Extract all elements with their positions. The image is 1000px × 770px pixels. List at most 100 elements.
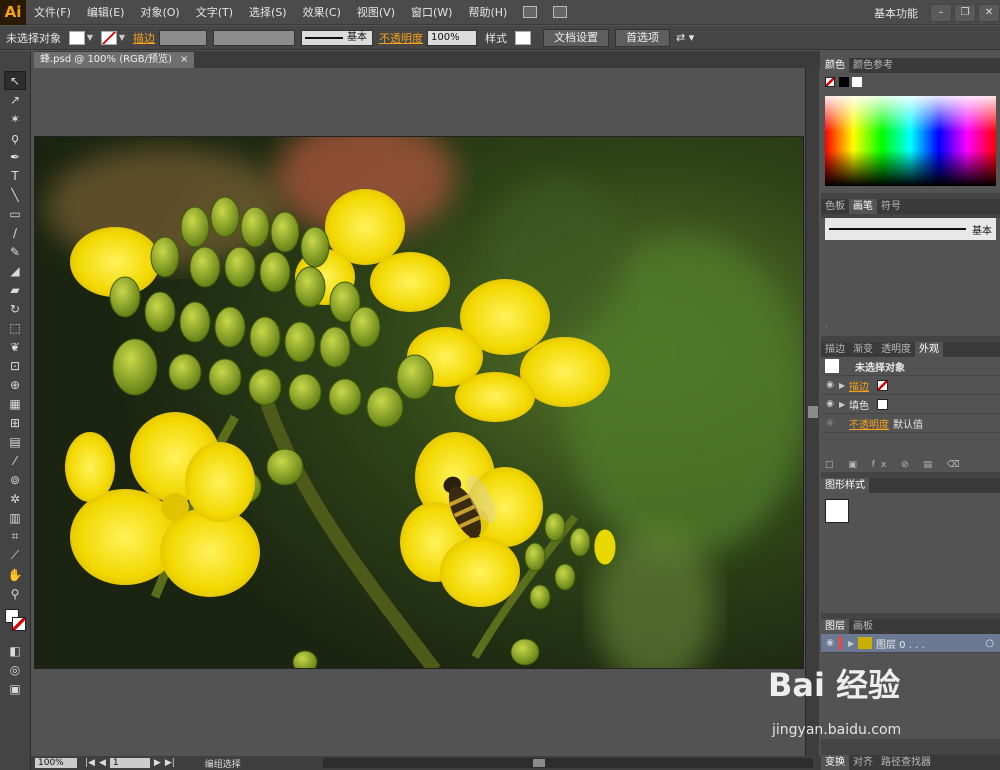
prev-page-icon[interactable]: ◀: [99, 758, 106, 768]
artboard-image[interactable]: [34, 136, 804, 669]
mesh-tool-icon[interactable]: ⊞: [4, 413, 26, 432]
appearance-footer-icons[interactable]: □ ▣ fx ⊘ ▤ ⌫: [825, 460, 966, 470]
hand-tool-icon[interactable]: ✋: [4, 565, 26, 584]
appearance-opacity-row[interactable]: ◉ 不透明度 默认值: [821, 414, 1000, 433]
tab-symbols[interactable]: 符号: [877, 199, 905, 214]
style-swatch[interactable]: [515, 30, 531, 45]
restore-button[interactable]: ❐: [954, 3, 976, 22]
h-scroll-thumb[interactable]: [532, 759, 545, 767]
fill-stroke-widget[interactable]: [0, 603, 30, 641]
expand-arrow-icon[interactable]: ▶: [848, 639, 858, 648]
none-swatch[interactable]: [825, 77, 835, 87]
menu-type[interactable]: 文字(T): [188, 0, 241, 25]
vertical-scrollbar[interactable]: [805, 68, 819, 756]
appearance-fill-row[interactable]: ◉ ▶ 填色: [821, 395, 1000, 414]
tab-transform[interactable]: 变换: [821, 755, 849, 770]
direct-selection-tool-icon[interactable]: ↗: [4, 90, 26, 109]
chevron-down-icon[interactable]: ▼: [117, 31, 127, 45]
menu-window[interactable]: 窗口(W): [403, 0, 460, 25]
layer-row[interactable]: ◉ ▶ 图层 0 . . . ○: [821, 634, 1000, 653]
appearance-opacity-label[interactable]: 不透明度: [849, 416, 889, 431]
next-page-icon[interactable]: ▶: [154, 758, 161, 768]
menu-object[interactable]: 对象(O): [132, 0, 187, 25]
blend-tool-icon[interactable]: ⊚: [4, 470, 26, 489]
appearance-stroke-swatch[interactable]: [877, 379, 888, 391]
slice-tool-icon[interactable]: ⟋: [4, 546, 26, 565]
default-graphic-style[interactable]: [825, 499, 849, 523]
color-mode-icon[interactable]: ◧: [4, 641, 26, 660]
status-mode[interactable]: 编组选择: [205, 757, 315, 770]
tab-align[interactable]: 对齐: [849, 755, 877, 770]
pen-tool-icon[interactable]: ✒: [4, 147, 26, 166]
arrange-documents-icon[interactable]: [553, 6, 568, 18]
scale-tool-icon[interactable]: ⬚: [4, 318, 26, 337]
free-transform-tool-icon[interactable]: ⊡: [4, 356, 26, 375]
eye-icon[interactable]: ◉: [821, 399, 839, 409]
stroke-link[interactable]: 描边: [133, 30, 155, 46]
tab-color-guide[interactable]: 颜色参考: [849, 58, 897, 73]
menu-file[interactable]: 文件(F): [26, 0, 79, 25]
artboard-field[interactable]: 1: [109, 758, 150, 768]
scroll-thumb[interactable]: [808, 406, 818, 418]
document-setup-button[interactable]: 文档设置: [543, 28, 609, 47]
tab-swatches[interactable]: 色板: [821, 199, 849, 214]
expand-arrow-icon[interactable]: ▶: [839, 400, 849, 409]
last-page-icon[interactable]: ▶|: [165, 758, 175, 768]
eye-icon[interactable]: ◉: [821, 418, 839, 428]
layer-target-icon[interactable]: ○: [985, 638, 994, 649]
tab-stroke[interactable]: 描边: [821, 342, 849, 357]
appearance-stroke-label[interactable]: 描边: [849, 378, 869, 393]
close-button[interactable]: ✕: [978, 3, 1000, 22]
white-swatch[interactable]: [852, 77, 862, 87]
tab-appearance[interactable]: 外观: [915, 342, 943, 357]
tab-gradient[interactable]: 渐变: [849, 342, 877, 357]
zoom-tool-icon[interactable]: ⚲: [4, 584, 26, 603]
paintbrush-tool-icon[interactable]: ∕: [4, 223, 26, 242]
selection-tool-icon[interactable]: ↖: [4, 71, 26, 90]
appearance-fill-swatch[interactable]: [877, 398, 888, 410]
blob-brush-tool-icon[interactable]: ◢: [4, 261, 26, 280]
rotate-tool-icon[interactable]: ↻: [4, 299, 26, 318]
appearance-stroke-row[interactable]: ◉ ▶ 描边: [821, 376, 1000, 395]
eyedropper-tool-icon[interactable]: ⁄: [4, 451, 26, 470]
drawing-mode-icon[interactable]: ◎: [4, 660, 26, 679]
stroke-weight-field[interactable]: [159, 29, 207, 46]
symbol-sprayer-tool-icon[interactable]: ✲: [4, 489, 26, 508]
lasso-tool-icon[interactable]: ϙ: [4, 128, 26, 147]
tab-graphic-styles[interactable]: 图形样式: [821, 478, 869, 493]
minimize-button[interactable]: –: [930, 3, 952, 22]
horizontal-scrollbar[interactable]: [322, 758, 813, 768]
stroke-color-swatch[interactable]: [12, 617, 26, 631]
tab-brushes[interactable]: 画笔: [849, 199, 877, 214]
appearance-fill-label[interactable]: 填色: [849, 397, 869, 412]
expand-arrow-icon[interactable]: ▶: [839, 381, 849, 390]
eye-icon[interactable]: ◉: [821, 638, 839, 648]
screen-mode-icon[interactable]: ▣: [4, 679, 26, 698]
type-tool-icon[interactable]: T: [4, 166, 26, 185]
perspective-grid-tool-icon[interactable]: ▦: [4, 394, 26, 413]
bridge-icon[interactable]: [523, 6, 538, 18]
eraser-tool-icon[interactable]: ▰: [4, 280, 26, 299]
line-tool-icon[interactable]: ╲: [4, 185, 26, 204]
menu-view[interactable]: 视图(V): [349, 0, 403, 25]
eye-icon[interactable]: ◉: [821, 380, 839, 390]
opacity-link[interactable]: 不透明度: [379, 30, 423, 46]
tab-color[interactable]: 颜色: [821, 58, 849, 73]
fill-swatch[interactable]: [69, 30, 85, 45]
gradient-tool-icon[interactable]: ▤: [4, 432, 26, 451]
arrange-icon[interactable]: ⇄ ▾: [676, 31, 694, 44]
tab-artboards[interactable]: 画板: [849, 619, 877, 634]
menu-select[interactable]: 选择(S): [241, 0, 295, 25]
variable-width-field[interactable]: [213, 29, 295, 46]
black-swatch[interactable]: [838, 77, 849, 87]
workspace-switcher[interactable]: 基本功能: [864, 5, 928, 21]
menu-help[interactable]: 帮助(H): [460, 0, 515, 25]
first-page-icon[interactable]: |◀: [85, 758, 95, 768]
tab-transparency[interactable]: 透明度: [877, 342, 915, 357]
preferences-button[interactable]: 首选项: [615, 28, 670, 47]
column-graph-tool-icon[interactable]: ▥: [4, 508, 26, 527]
zoom-field[interactable]: 100%: [35, 758, 77, 768]
magic-wand-tool-icon[interactable]: ✶: [4, 109, 26, 128]
opacity-field[interactable]: 100%: [427, 29, 477, 46]
rectangle-tool-icon[interactable]: ▭: [4, 204, 26, 223]
